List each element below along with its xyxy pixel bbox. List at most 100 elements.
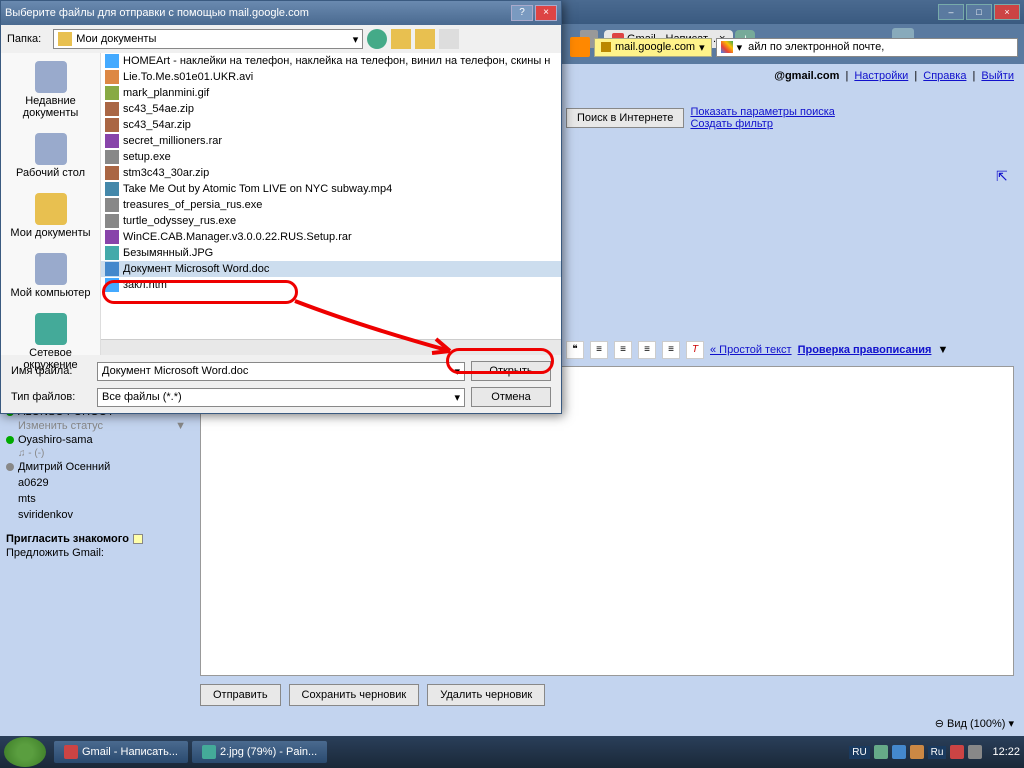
browser-search[interactable]: ▾ айл по электронной почте, <box>716 38 1018 57</box>
opera-icon <box>64 745 78 759</box>
file-name: Lie.To.Me.s01e01.UKR.avi <box>123 71 253 83</box>
zoom-in-icon[interactable]: ▾ <box>1008 718 1014 730</box>
folder-label: Папка: <box>7 33 41 45</box>
file-name: закл.htm <box>123 279 167 291</box>
contact-item[interactable]: a0629 <box>6 475 186 491</box>
zoom-out-icon[interactable]: ⊖ <box>935 718 944 730</box>
contact-item[interactable]: mts <box>6 491 186 507</box>
save-draft-button[interactable]: Сохранить черновик <box>289 684 420 706</box>
tray-icon[interactable] <box>910 745 924 759</box>
file-item[interactable]: treasures_of_persia_rus.exe <box>101 197 561 213</box>
contact-item[interactable]: Oyashiro-sama <box>6 432 186 448</box>
align-center-icon[interactable]: ≡ <box>614 341 632 359</box>
taskbar-item-gmail[interactable]: Gmail - Написать... <box>54 741 188 763</box>
language-indicator[interactable]: Ru <box>928 746 947 759</box>
file-type-icon <box>105 134 119 148</box>
rss-icon[interactable] <box>570 37 590 57</box>
place-item[interactable]: Мой компьютер <box>5 249 96 303</box>
invite-box-icon[interactable] <box>133 534 143 544</box>
place-item[interactable]: Рабочий стол <box>5 129 96 183</box>
align-left-icon[interactable]: ≡ <box>590 341 608 359</box>
file-list[interactable]: HOMEArt - наклейки на телефон, наклейка … <box>101 53 561 355</box>
help-link[interactable]: Справка <box>923 70 966 82</box>
dialog-help-button[interactable]: ? <box>511 5 533 21</box>
align-right-icon[interactable]: ≡ <box>638 341 656 359</box>
contact-item[interactable]: Дмитрий Осенний <box>6 459 186 475</box>
back-icon[interactable] <box>367 29 387 49</box>
file-item[interactable]: Безымянный.JPG <box>101 245 561 261</box>
spellcheck-link[interactable]: Проверка правописания <box>798 344 932 356</box>
file-item[interactable]: sc43_54ar.zip <box>101 117 561 133</box>
place-item[interactable]: Недавние документы <box>5 57 96 123</box>
up-icon[interactable] <box>391 29 411 49</box>
place-label: Мой компьютер <box>5 287 96 299</box>
dialog-close-button[interactable]: × <box>535 5 557 21</box>
new-folder-icon[interactable] <box>415 29 435 49</box>
maximize-button[interactable]: □ <box>966 4 992 20</box>
filetype-select[interactable]: Все файлы (*.*)▾ <box>97 388 465 407</box>
change-status[interactable]: Изменить статус▼ <box>6 420 186 432</box>
file-name: secret_millioners.rar <box>123 135 222 147</box>
plain-text-link[interactable]: « Простой текст <box>710 344 792 356</box>
dropdown-icon[interactable]: ▾ <box>699 41 705 54</box>
file-name: sc43_54ae.zip <box>123 103 194 115</box>
folder-select[interactable]: Мои документы ▾ <box>53 29 363 49</box>
file-item[interactable]: secret_millioners.rar <box>101 133 561 149</box>
align-justify-icon[interactable]: ≡ <box>662 341 680 359</box>
file-item[interactable]: turtle_odyssey_rus.exe <box>101 213 561 229</box>
search-internet-button[interactable]: Поиск в Интернете <box>566 108 684 128</box>
tray-icon[interactable] <box>968 745 982 759</box>
exit-link[interactable]: Выйти <box>981 70 1014 82</box>
file-name: WinCE.CAB.Manager.v3.0.0.22.RUS.Setup.ra… <box>123 231 352 243</box>
quote-icon[interactable]: ❝ <box>566 341 584 359</box>
tray-icon[interactable] <box>950 745 964 759</box>
taskbar-item-paint[interactable]: 2.jpg (79%) - Pain... <box>192 741 327 763</box>
show-params-link[interactable]: Показать параметры поиска <box>690 106 834 118</box>
file-item[interactable]: setup.exe <box>101 149 561 165</box>
file-item[interactable]: WinCE.CAB.Manager.v3.0.0.22.RUS.Setup.ra… <box>101 229 561 245</box>
suggest-gmail: Предложить Gmail: <box>6 545 186 561</box>
tray-icon[interactable] <box>892 745 906 759</box>
file-name: HOMEArt - наклейки на телефон, наклейка … <box>123 55 550 67</box>
minimize-button[interactable]: – <box>938 4 964 20</box>
language-indicator[interactable]: RU <box>849 746 869 759</box>
file-type-icon <box>105 86 119 100</box>
dropdown-icon[interactable]: ▾ <box>353 33 359 46</box>
file-item[interactable]: HOMEArt - наклейки на телефон, наклейка … <box>101 53 561 69</box>
popout-icon[interactable]: ⇱ <box>996 168 1010 182</box>
invite-title: Пригласить знакомого <box>6 533 129 545</box>
open-button[interactable]: Открыть <box>471 361 551 381</box>
horizontal-scrollbar[interactable] <box>101 339 561 355</box>
send-button[interactable]: Отправить <box>200 684 281 706</box>
gmail-account-bar: @gmail.com | Настройки | Справка | Выйти <box>774 70 1014 82</box>
file-item[interactable]: Документ Microsoft Word.doc <box>101 261 561 277</box>
file-item[interactable]: stm3c43_30ar.zip <box>101 165 561 181</box>
dialog-titlebar[interactable]: Выберите файлы для отправки с помощью ma… <box>1 1 561 25</box>
start-button[interactable] <box>4 737 46 767</box>
dialog-title: Выберите файлы для отправки с помощью ma… <box>5 7 309 19</box>
clear-format-icon[interactable]: T <box>686 341 704 359</box>
file-item[interactable]: Lie.To.Me.s01e01.UKR.avi <box>101 69 561 85</box>
file-item[interactable]: закл.htm <box>101 277 561 293</box>
place-icon <box>35 253 67 285</box>
view-icon[interactable] <box>439 29 459 49</box>
place-icon <box>35 313 67 345</box>
file-item[interactable]: sc43_54ae.zip <box>101 101 561 117</box>
create-filter-link[interactable]: Создать фильтр <box>690 118 834 130</box>
place-item[interactable]: Мои документы <box>5 189 96 243</box>
file-name: treasures_of_persia_rus.exe <box>123 199 262 211</box>
delete-draft-button[interactable]: Удалить черновик <box>427 684 545 706</box>
tray-icon[interactable] <box>874 745 888 759</box>
dropdown-icon[interactable]: ▼ <box>937 344 948 356</box>
close-button[interactable]: × <box>994 4 1020 20</box>
place-label: Рабочий стол <box>5 167 96 179</box>
view-status: ⊖ Вид (100%) ▾ <box>935 717 1014 730</box>
settings-link[interactable]: Настройки <box>854 70 908 82</box>
file-item[interactable]: mark_planmini.gif <box>101 85 561 101</box>
contact-item[interactable]: sviridenkov <box>6 507 186 523</box>
file-item[interactable]: Take Me Out by Atomic Tom LIVE on NYC su… <box>101 181 561 197</box>
cancel-button[interactable]: Отмена <box>471 387 551 407</box>
filename-input[interactable]: Документ Microsoft Word.doc▾ <box>97 362 465 381</box>
clock[interactable]: 12:22 <box>992 746 1020 758</box>
url-bar[interactable]: mail.google.com ▾ <box>594 38 712 57</box>
